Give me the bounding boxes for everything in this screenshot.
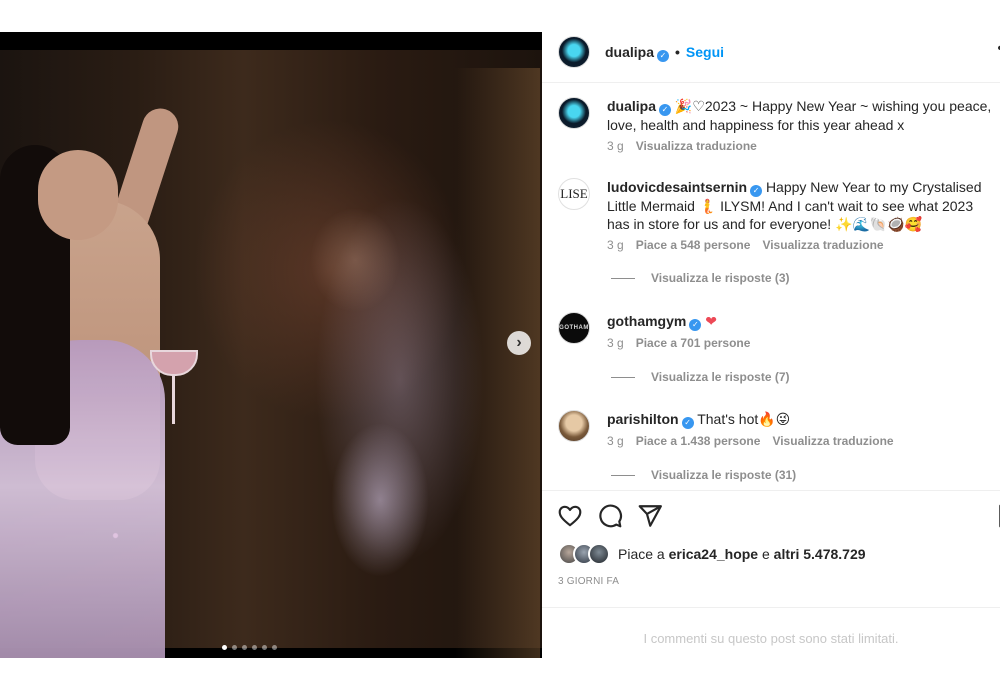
post-photo — [0, 50, 542, 658]
translate-link[interactable]: Visualizza traduzione — [772, 434, 893, 448]
translate-link[interactable]: Visualizza traduzione — [762, 238, 883, 252]
replies-line — [611, 376, 635, 378]
comment-username[interactable]: parishilton — [607, 411, 679, 427]
view-replies-button[interactable]: Visualizza le risposte (31) — [611, 468, 796, 482]
caption-text: dualipa ✓ 🎉♡2023 ~ Happy New Year ~ wishi… — [607, 97, 997, 134]
avatar-logo-text: GOTHAM — [559, 325, 589, 331]
replies-label: Visualizza le risposte (31) — [651, 468, 797, 482]
verified-icon: ✓ — [689, 319, 702, 331]
verified-icon: ✓ — [681, 417, 694, 429]
comment-time[interactable]: 3 g — [607, 139, 624, 153]
comment-likes[interactable]: Piace a 548 persone — [636, 238, 751, 252]
comment-meta: 3 g Piace a 1.438 persone Visualizza tradu… — [607, 434, 906, 448]
verified-icon: ✓ — [657, 50, 670, 62]
avatar-logo-text: LISE — [560, 186, 588, 201]
carousel-dot[interactable] — [272, 645, 277, 650]
figure-head — [38, 150, 118, 240]
view-replies-button[interactable]: Visualizza le risposte (7) — [611, 370, 790, 384]
verified-icon: ✓ — [750, 185, 763, 197]
mirror-reflection — [260, 140, 470, 658]
bookmark-icon[interactable] — [996, 503, 1000, 529]
likes-prefix: Piace a — [618, 546, 669, 562]
comment-time[interactable]: 3 g — [607, 336, 624, 350]
carousel-dot[interactable] — [252, 645, 257, 650]
post-date[interactable]: 3 GIORNI FA — [558, 576, 619, 587]
post-media: › — [0, 32, 542, 658]
commenter-avatar[interactable]: GOTHAM — [558, 312, 590, 344]
comment-likes[interactable]: Piace a 1.438 persone — [636, 434, 761, 448]
author-username[interactable]: dualipa — [605, 44, 654, 60]
comment-text: ❤ — [705, 313, 717, 329]
comments-limited-notice: I commenti su questo post sono stati lim… — [542, 607, 1000, 668]
liker-avatar[interactable] — [588, 543, 610, 565]
comment-meta: 3 g Visualizza traduzione — [607, 139, 769, 153]
commenter-avatar[interactable]: LISE — [558, 178, 590, 210]
post-panel: dualipa✓ • Segui • dualipa✓ 🎉♡2023 ~ Happy… — [542, 32, 1000, 658]
comments-limited-text: I commenti su questo post sono stati lim… — [643, 630, 899, 646]
post-header: dualipa✓ • Segui • — [542, 32, 1000, 83]
likes-others-count[interactable]: altri 5.478.729 — [774, 546, 866, 562]
likes-summary: Piace a erica24_hope e altri 5.478.729 — [558, 543, 866, 565]
translate-link[interactable]: Visualizza traduzione — [636, 139, 757, 153]
comment-meta: 3 g Piace a 701 persone — [607, 336, 762, 350]
share-icon[interactable] — [637, 503, 663, 529]
replies-line — [611, 277, 635, 279]
heart-icon[interactable] — [557, 503, 583, 529]
carousel-next-button[interactable]: › — [507, 331, 531, 355]
follow-button[interactable]: Segui — [686, 44, 724, 60]
carousel-dot[interactable] — [222, 645, 227, 650]
comment-body: gothamgym ✓ ❤ — [607, 312, 997, 331]
comments-list[interactable]: dualipa ✓ 🎉♡2023 ~ Happy New Year ~ wishi… — [542, 83, 1000, 488]
replies-label: Visualizza le risposte (7) — [651, 370, 790, 384]
liker-username[interactable]: erica24_hope — [669, 546, 759, 562]
verified-icon: ✓ — [659, 104, 672, 116]
carousel-dot[interactable] — [232, 645, 237, 650]
likes-middle: e — [758, 546, 774, 562]
carousel-dots — [222, 645, 277, 650]
comment-likes[interactable]: Piace a 701 persone — [636, 336, 751, 350]
likes-text: Piace a erica24_hope e altri 5.478.729 — [618, 546, 866, 562]
comment-text: That's hot🔥😜 — [697, 411, 791, 427]
separator: • — [675, 44, 680, 60]
comment-time[interactable]: 3 g — [607, 434, 624, 448]
chevron-right-icon: › — [516, 334, 522, 351]
comment-time[interactable]: 3 g — [607, 238, 624, 252]
comment-body: ludovicdesaintsernin ✓ Happy New Year to … — [607, 178, 997, 233]
post-actions: Piace a erica24_hope e altri 5.478.729 3… — [542, 490, 1000, 651]
glass-stem — [172, 374, 175, 424]
comment-username[interactable]: dualipa — [607, 98, 656, 114]
commenter-avatar[interactable] — [558, 410, 590, 442]
author-avatar[interactable] — [558, 36, 590, 68]
comment-meta: 3 g Piace a 548 persone Visualizza traduzi… — [607, 238, 896, 252]
carousel-dot[interactable] — [262, 645, 267, 650]
carousel-dot[interactable] — [242, 645, 247, 650]
replies-label: Visualizza le risposte (3) — [651, 271, 790, 285]
view-replies-button[interactable]: Visualizza le risposte (3) — [611, 271, 790, 285]
author-avatar[interactable] — [558, 97, 590, 129]
comment-icon[interactable] — [597, 503, 623, 529]
replies-line — [611, 474, 635, 476]
comment-body: parishilton ✓ That's hot🔥😜 — [607, 410, 997, 429]
author-line: dualipa ✓ • Segui — [605, 44, 724, 62]
comment-username[interactable]: gothamgym — [607, 313, 686, 329]
comment-username[interactable]: ludovicdesaintsernin — [607, 179, 747, 195]
